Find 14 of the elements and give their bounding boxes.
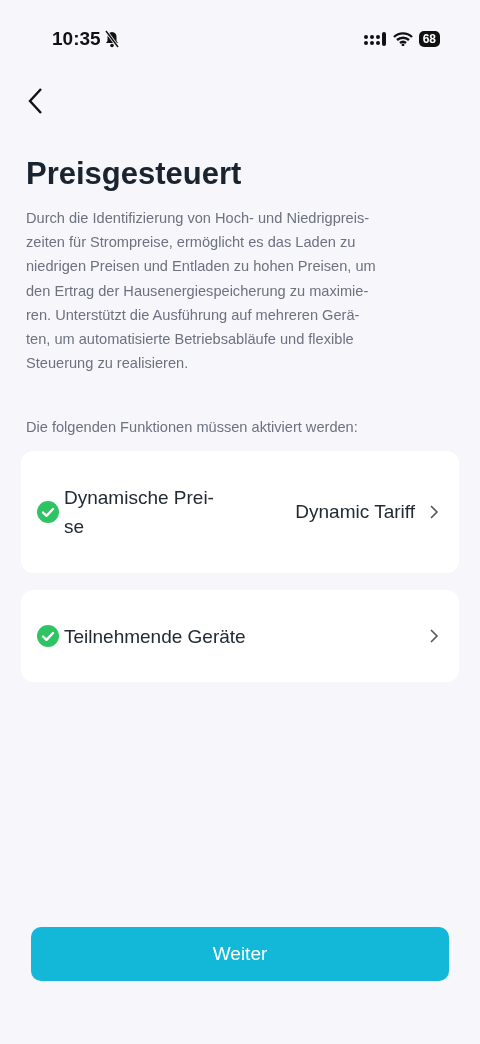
requirement-row[interactable]: Dynamische Prei- se Dynamic Tariff: [21, 451, 459, 574]
requirement-label: Dynamische Prei- se: [64, 486, 215, 540]
requirements-prompt: Die folgenden Funktionen müssen aktiviert werden:: [26, 419, 359, 436]
requirement-row[interactable]: Teilnehmende Geräte: [21, 590, 459, 683]
requirement-value: Dynamic Tariff: [295, 501, 415, 524]
description-text: Durch die Identifizierung von Hoch- und Niedrigpreis- zeiten für Strompreise, ermöglicht es das Laden zu niedrigen Preisen und Entladen zu hohen Preisen, um den Ertrag der Hausenergiespeicherung zu maximie- ren. Unterstützt die Ausführung auf mehreren Gerä- ten, um automatisierte Betriebsabläufe und flexible Steuerung zu realisieren.: [26, 209, 377, 374]
signal-icon: [362, 32, 387, 46]
status-time: 10:35: [52, 28, 101, 50]
chevron-right-icon: [429, 628, 439, 645]
page-title: Preisgesteuert: [26, 156, 243, 192]
wifi-icon: [392, 32, 413, 46]
chevron-right-icon: [429, 504, 439, 521]
battery-indicator: 68: [418, 31, 440, 47]
requirement-label: Teilnehmende Geräte: [64, 624, 247, 649]
